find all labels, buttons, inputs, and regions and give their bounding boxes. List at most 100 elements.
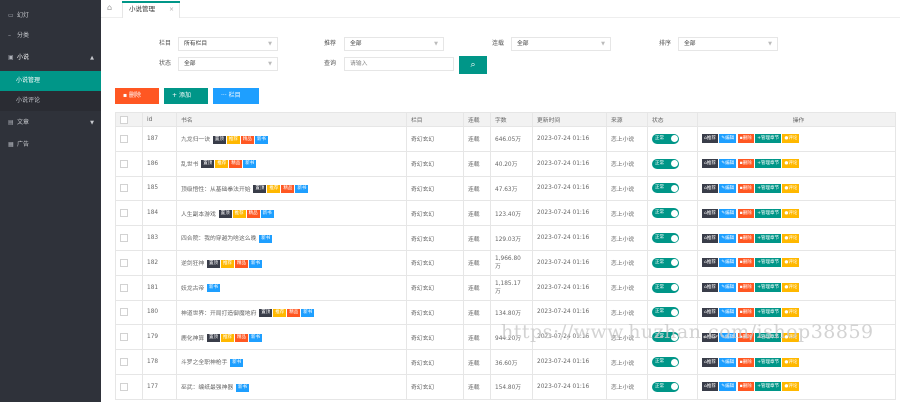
delete-action-button[interactable]: ▪删除 [737,159,754,169]
row-checkbox[interactable] [120,234,128,243]
column-button[interactable]: ··· 栏目 [213,88,259,104]
delete-action-button[interactable]: ▪删除 [737,134,754,144]
comments-action-button[interactable]: ●评论 [782,307,800,317]
status-toggle[interactable]: 正常 [652,133,679,144]
recommend-action-button[interactable]: ⌂推荐 [702,233,718,243]
recommend-action-button[interactable]: ⌂推荐 [702,258,718,268]
delete-action-button[interactable]: ▪删除 [737,233,754,243]
delete-action-button[interactable]: ▪删除 [737,382,754,392]
row-checkbox[interactable] [120,159,128,168]
row-checkbox-cell[interactable] [115,249,143,276]
chapters-action-button[interactable]: +管理章节 [755,258,781,268]
status-toggle[interactable]: 正常 [652,158,679,169]
comments-action-button[interactable]: ●评论 [782,134,800,144]
status-toggle[interactable]: 正常 [652,233,679,244]
category-select[interactable]: 所有栏目 ▼ [178,37,278,51]
recommend-select[interactable]: 全部 ▼ [344,37,444,51]
chapters-action-button[interactable]: +管理章节 [755,159,781,169]
sidebar-item-slides[interactable]: ▭ 幻灯 [0,6,101,26]
comments-action-button[interactable]: ●评论 [782,258,800,268]
row-checkbox[interactable] [120,184,128,193]
row-checkbox[interactable] [120,333,128,342]
edit-action-button[interactable]: ✎编辑 [719,258,737,268]
sort-select[interactable]: 全部 ▼ [678,37,778,51]
comments-action-button[interactable]: ●评论 [782,183,800,193]
sidebar-item-category[interactable]: – 分类 [0,26,101,46]
chapters-action-button[interactable]: +管理章节 [755,357,781,367]
row-checkbox-cell[interactable] [115,274,143,301]
column-header-status[interactable]: 状态 [647,112,698,127]
select-all-checkbox-cell[interactable] [115,112,143,127]
chapters-action-button[interactable]: +管理章节 [755,208,781,218]
row-checkbox-cell[interactable] [115,373,143,400]
edit-action-button[interactable]: ✎编辑 [719,183,737,193]
recommend-action-button[interactable]: ⌂推荐 [702,307,718,317]
recommend-action-button[interactable]: ⌂推荐 [702,134,718,144]
sidebar-item-article[interactable]: ▤ 文章 ▼ [0,113,101,133]
edit-action-button[interactable]: ✎编辑 [719,382,737,392]
home-icon[interactable]: ⌂ [107,3,117,13]
edit-action-button[interactable]: ✎编辑 [719,233,737,243]
chapters-action-button[interactable]: +管理章节 [755,183,781,193]
recommend-action-button[interactable]: ⌂推荐 [702,357,718,367]
row-checkbox-cell[interactable] [115,299,143,326]
row-checkbox-cell[interactable] [115,126,143,152]
row-checkbox-cell[interactable] [115,150,143,177]
delete-action-button[interactable]: ▪删除 [737,258,754,268]
sidebar-item-novel[interactable]: ▣ 小说 ▲ [0,48,101,68]
delete-action-button[interactable]: ▪删除 [737,208,754,218]
comments-action-button[interactable]: ●评论 [782,357,800,367]
edit-action-button[interactable]: ✎编辑 [719,208,737,218]
column-header-name[interactable]: 书名 [176,112,407,127]
comments-action-button[interactable]: ●评论 [782,159,800,169]
delete-action-button[interactable]: ▪删除 [737,283,754,293]
delete-button[interactable]: ▪ 删除 [115,88,159,104]
chapters-action-button[interactable]: +管理章节 [755,233,781,243]
edit-action-button[interactable]: ✎编辑 [719,134,737,144]
delete-action-button[interactable]: ▪删除 [737,183,754,193]
recommend-action-button[interactable]: ⌂推荐 [702,183,718,193]
column-header-words[interactable]: 字数 [490,112,533,127]
recommend-action-button[interactable]: ⌂推荐 [702,208,718,218]
tab-novel-manage[interactable]: 小说管理 × [122,1,180,18]
status-toggle[interactable]: 正常 [652,282,679,293]
row-checkbox[interactable] [120,308,128,317]
serial-select[interactable]: 全部 ▼ [511,37,611,51]
status-toggle[interactable]: 正常 [652,357,679,368]
row-checkbox[interactable] [120,258,128,267]
edit-action-button[interactable]: ✎编辑 [719,283,737,293]
row-checkbox[interactable] [120,134,128,143]
status-toggle[interactable]: 正常 [652,307,679,318]
row-checkbox-cell[interactable] [115,200,143,227]
add-button[interactable]: + 添加 [164,88,208,104]
comments-action-button[interactable]: ●评论 [782,233,800,243]
chapters-action-button[interactable]: +管理章节 [755,382,781,392]
column-header-source[interactable]: 来源 [606,112,648,127]
edit-action-button[interactable]: ✎编辑 [719,307,737,317]
status-toggle[interactable]: 正常 [652,183,679,194]
row-checkbox-cell[interactable] [115,225,143,251]
column-header-id[interactable]: id [142,112,177,127]
chapters-action-button[interactable]: +管理章节 [755,134,781,144]
recommend-action-button[interactable]: ⌂推荐 [702,159,718,169]
select-all-checkbox[interactable] [120,115,128,124]
sidebar-item-ads[interactable]: ▦ 广告 [0,135,101,155]
row-checkbox-cell[interactable] [115,349,143,375]
status-toggle[interactable]: 正常 [652,257,679,268]
column-header-time[interactable]: 更新时间 [532,112,607,127]
recommend-action-button[interactable]: ⌂推荐 [702,382,718,392]
chapters-action-button[interactable]: +管理章节 [755,283,781,293]
status-select[interactable]: 全部 ▼ [178,57,278,71]
delete-action-button[interactable]: ▪删除 [737,307,754,317]
row-checkbox-cell[interactable] [115,175,143,202]
column-header-category[interactable]: 栏目 [406,112,464,127]
sidebar-subitem-novel-comments[interactable]: 小说评论 [0,91,101,111]
column-header-serial[interactable]: 连载 [463,112,491,127]
comments-action-button[interactable]: ●评论 [782,283,800,293]
status-toggle[interactable]: 正常 [652,208,679,219]
delete-action-button[interactable]: ▪删除 [737,357,754,367]
edit-action-button[interactable]: ✎编辑 [719,357,737,367]
search-button[interactable]: ⌕ [459,56,487,74]
sidebar-subitem-novel-manage[interactable]: 小说管理 [0,71,101,91]
chapters-action-button[interactable]: +管理章节 [755,307,781,317]
